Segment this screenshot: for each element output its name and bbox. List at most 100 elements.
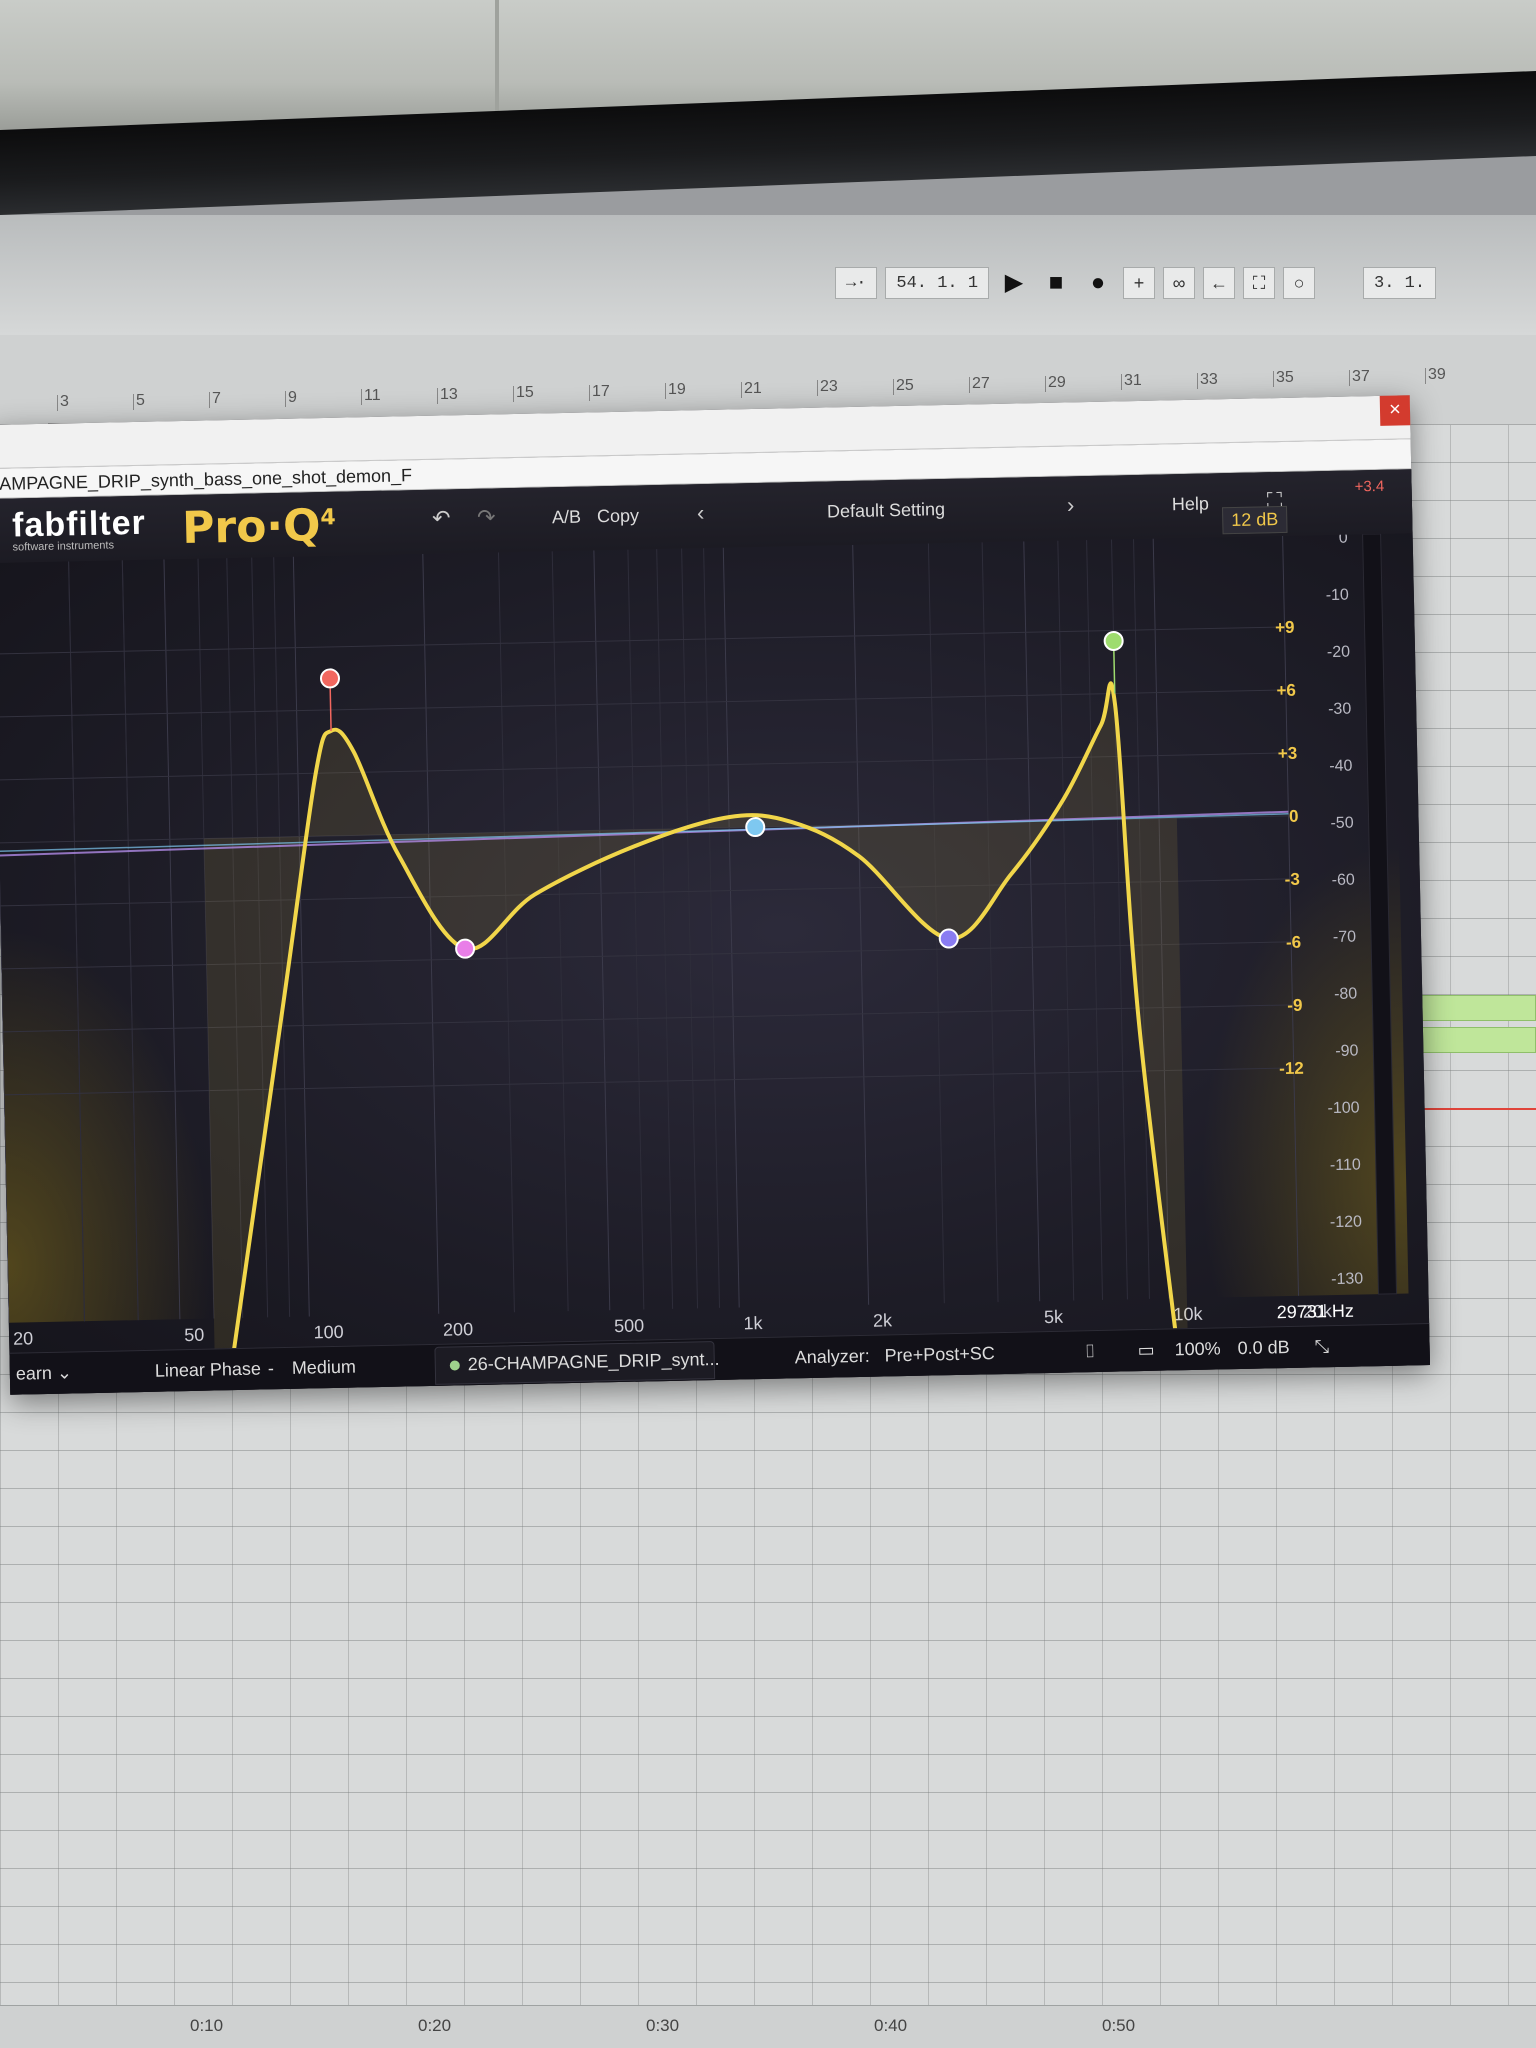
- ab-button[interactable]: A/B: [552, 507, 581, 529]
- record-icon[interactable]: ●: [1081, 267, 1115, 299]
- grid-line: [852, 544, 870, 1305]
- cursor-readout: 29731 Hz: [1277, 1301, 1354, 1323]
- grid-line: [981, 542, 999, 1303]
- band-node[interactable]: [938, 928, 959, 949]
- solo-icon[interactable]: ▭: [1137, 1340, 1154, 1361]
- grid-line: [0, 689, 1286, 718]
- mode-separator: -: [267, 1358, 275, 1379]
- song-position[interactable]: 54. 1. 1: [885, 267, 990, 299]
- band-node[interactable]: [745, 817, 766, 838]
- grid-line: [0, 626, 1285, 655]
- bar-tick-label: 3: [57, 393, 69, 411]
- clip[interactable]: [1405, 1027, 1536, 1053]
- freq-tick-label: 200: [443, 1319, 473, 1340]
- bar-tick-label: 35: [1273, 369, 1294, 387]
- zoom-value[interactable]: 100%: [1174, 1338, 1220, 1360]
- close-button[interactable]: ×: [1379, 395, 1411, 426]
- analyzer-db-label: -80: [1334, 985, 1358, 1002]
- transport-bar: →· 54. 1. 1 ▶ ■ ● + ∞ ← ⛶ ○ 3. 1.: [0, 215, 1536, 335]
- gain-tick-label: +3: [1278, 744, 1298, 763]
- product-label: Pro·Q: [181, 500, 322, 554]
- band-node[interactable]: [1103, 631, 1124, 652]
- bar-tick-label: 13: [437, 385, 458, 404]
- analyzer-db-label: 0: [1339, 533, 1348, 547]
- sidechain-track-label: 26-CHAMPAGNE_DRIP_synt...: [467, 1348, 720, 1375]
- bar-tick-label: 11: [361, 387, 381, 405]
- analyzer-db-label: -20: [1327, 644, 1351, 661]
- quality-mode[interactable]: Medium: [292, 1357, 356, 1379]
- product-version: 4: [320, 505, 336, 531]
- loop-position[interactable]: 3. 1.: [1363, 267, 1437, 299]
- resize-icon[interactable]: ⤡: [1314, 1336, 1329, 1357]
- analyzer-db-label: -100: [1327, 1099, 1359, 1117]
- chevron-right-icon[interactable]: ›: [1067, 492, 1075, 518]
- transport-controls: →· 54. 1. 1 ▶ ■ ● + ∞ ← ⛶ ○ 3. 1.: [835, 265, 1437, 301]
- bar-tick-label: 37: [1349, 367, 1370, 386]
- mode-label: earn: [15, 1362, 53, 1384]
- bar-tick-label: 39: [1425, 366, 1446, 384]
- grid-line: [722, 547, 740, 1308]
- grid-line: [497, 552, 515, 1313]
- analyzer-db-label: -10: [1326, 587, 1350, 604]
- follow-toggle[interactable]: →·: [835, 267, 878, 299]
- freq-tick-label: 1k: [743, 1313, 763, 1333]
- stop-icon[interactable]: ■: [1039, 267, 1073, 299]
- analyzer-db-label: -40: [1329, 758, 1353, 775]
- grid-line: [1023, 541, 1041, 1302]
- freq-tick-label: 50: [184, 1325, 204, 1345]
- analyzer-db-label: -110: [1330, 1156, 1361, 1174]
- analyzer-db-label: -50: [1330, 815, 1354, 832]
- analyzer-db-label: -60: [1332, 872, 1356, 889]
- bar-tick-label: 15: [513, 384, 534, 402]
- play-icon[interactable]: ▶: [997, 267, 1031, 299]
- processing-mode[interactable]: Linear Phase: [155, 1359, 261, 1382]
- proq-panel: fabfilter software instruments Pro·Q4 ↶ …: [0, 469, 1431, 1395]
- freq-tick-label: 500: [614, 1315, 644, 1336]
- analyzer-label: Analyzer:: [794, 1345, 870, 1368]
- freq-tick-label: 100: [313, 1322, 343, 1343]
- fit-tool-icon[interactable]: ⛶: [1243, 267, 1276, 299]
- preset-name[interactable]: Default Setting: [827, 499, 945, 522]
- spectrum-grab-icon[interactable]: ⌷: [1084, 1341, 1095, 1362]
- redo-icon[interactable]: ↷: [477, 504, 496, 530]
- loop-tool-icon[interactable]: ○: [1283, 267, 1316, 299]
- bar-tick-label: 33: [1197, 370, 1218, 389]
- back-tool-icon[interactable]: ←: [1203, 267, 1236, 299]
- freq-tick-label: 2k: [873, 1310, 893, 1330]
- band-node[interactable]: [455, 938, 476, 959]
- bar-tick-label: 21: [741, 379, 762, 398]
- draw-tool-icon[interactable]: +: [1123, 267, 1156, 299]
- track-title: AMPAGNE_DRIP_synth_bass_one_shot_demon_F: [0, 465, 413, 494]
- analyzer-button[interactable]: Pre+Post+SC: [884, 1343, 994, 1366]
- analyzer-db-label: -70: [1333, 929, 1357, 946]
- output-gain[interactable]: 0.0 dB: [1237, 1337, 1289, 1359]
- grid-line: [703, 548, 721, 1308]
- undo-icon[interactable]: ↶: [432, 505, 451, 531]
- eq-graph[interactable]: 20 50 100 200 500 1k 2k 5k 10k 20k+9+6+30-3-6-9-1…: [0, 533, 1429, 1353]
- clip[interactable]: [1405, 995, 1536, 1021]
- analyzer-db-label: -30: [1328, 701, 1352, 718]
- eq-display[interactable]: 20 50 100 200 500 1k 2k 5k 10k 20k +9 +6 +3 0 -3 -6 -9 -1…: [0, 533, 1429, 1353]
- chevron-left-icon[interactable]: ‹: [697, 500, 705, 526]
- band-node[interactable]: [319, 668, 340, 689]
- grid-line: [681, 548, 699, 1309]
- gain-tick-label: +9: [1275, 618, 1295, 637]
- time-tick-label: 0:50: [1102, 2016, 1136, 2035]
- time-tick-label: 0:20: [418, 2016, 452, 2035]
- time-ruler[interactable]: 0:10 0:20 0:30 0:40 0:50: [0, 2005, 1536, 2048]
- time-tick-label: 0:40: [874, 2016, 908, 2035]
- gain-tick-label: -9: [1287, 996, 1303, 1015]
- freq-tick-label: 20: [13, 1328, 33, 1348]
- copy-button[interactable]: Copy: [597, 505, 639, 527]
- analyzer-db-label: -130: [1331, 1270, 1363, 1288]
- range-button[interactable]: 12 dB: [1221, 505, 1288, 535]
- bar-tick-label: 29: [1045, 373, 1066, 392]
- time-tick-label: 0:10: [190, 2016, 224, 2035]
- help-button[interactable]: Help: [1172, 493, 1209, 515]
- link-tool-icon[interactable]: ∞: [1163, 267, 1196, 299]
- grid-line: [593, 550, 611, 1311]
- bar-tick-label: 9: [285, 388, 297, 407]
- midi-learn-button[interactable]: earn ⌄: [16, 1362, 73, 1384]
- peak-readout: +3.4: [1354, 477, 1385, 496]
- bar-tick-label: 7: [209, 390, 221, 408]
